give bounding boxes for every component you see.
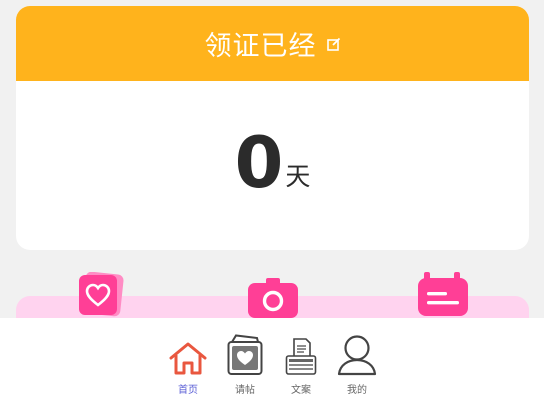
nav-item-profile[interactable]: 我的 (332, 334, 382, 396)
days-unit: 天 (285, 161, 311, 191)
nav-item-home[interactable]: 首页 (163, 334, 213, 396)
camera-icon[interactable] (248, 278, 298, 322)
calendar-icon[interactable] (418, 272, 468, 322)
days-number: 0 (234, 121, 284, 204)
card-title: 领证已经 (204, 31, 317, 62)
card-header: 领证已经 (16, 6, 529, 81)
edit-icon[interactable] (326, 37, 341, 51)
invitation-icon (227, 334, 263, 375)
nav-label-copywriting: 文案 (291, 385, 311, 396)
home-icon (169, 342, 207, 375)
document-icon (285, 338, 317, 375)
days-counter: 0 天 (16, 81, 529, 250)
heart-card-icon[interactable] (78, 271, 124, 322)
nav-item-copywriting[interactable]: 文案 (276, 334, 326, 396)
nav-label-invitation: 请帖 (235, 385, 255, 396)
bottom-nav: 首页 请帖 文案 我的 (0, 318, 544, 404)
nav-item-invitation[interactable]: 请帖 (220, 334, 270, 396)
anniversary-card: 领证已经 0 天 (16, 6, 529, 250)
user-icon (337, 335, 377, 376)
nav-label-home: 首页 (178, 385, 198, 396)
nav-label-profile: 我的 (347, 385, 367, 396)
